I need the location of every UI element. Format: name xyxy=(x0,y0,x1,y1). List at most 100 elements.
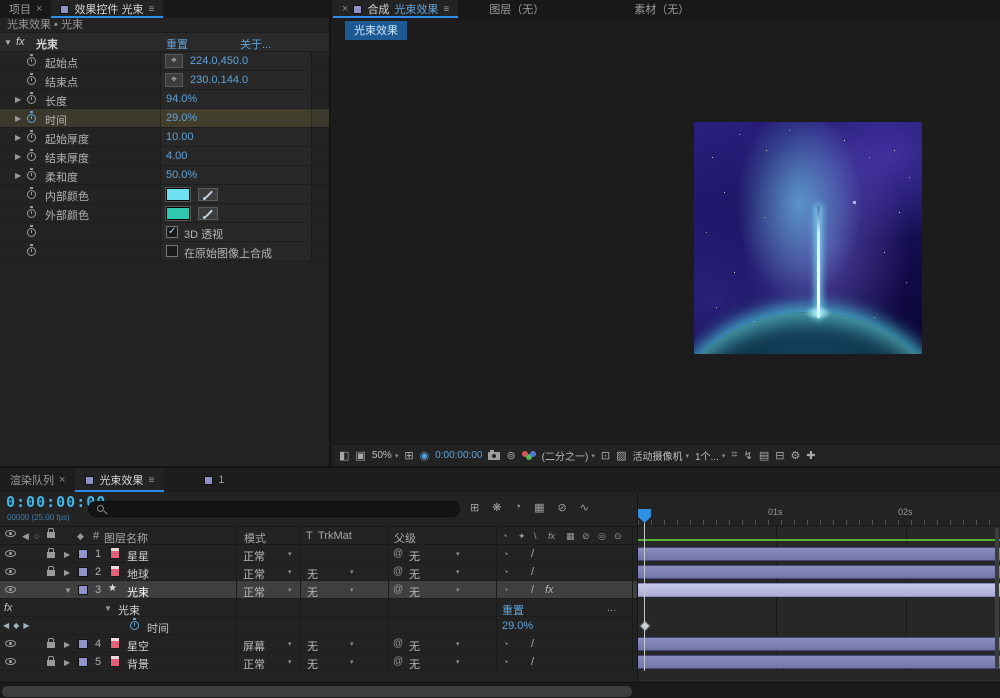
frame-blend-switch-icon[interactable]: ▦ xyxy=(566,531,575,542)
shy-switch-icon[interactable]: ◔ xyxy=(502,531,507,541)
horizontal-scrollbar-track[interactable] xyxy=(0,682,1000,698)
about-link[interactable]: 关于... xyxy=(240,36,271,52)
always-preview-icon[interactable]: ◧ xyxy=(339,449,349,462)
resolution-select[interactable]: (二分之一) ▾ xyxy=(542,448,595,463)
label-color-chip[interactable] xyxy=(78,549,88,559)
composition-viewer[interactable]: 光束效果 xyxy=(333,18,1000,444)
stopwatch-icon[interactable] xyxy=(27,228,36,237)
property-row-inner-color[interactable]: 内部颜色 xyxy=(0,185,329,204)
expander-icon[interactable]: ▶ xyxy=(15,152,21,161)
eye-icon[interactable] xyxy=(5,550,16,557)
stopwatch-icon[interactable] xyxy=(27,190,36,199)
quality-icon[interactable]: / xyxy=(531,548,534,560)
collapse-switch-icon[interactable]: ✦ xyxy=(518,531,526,542)
stopwatch-icon[interactable] xyxy=(27,209,36,218)
hide-shy-icon[interactable]: ◔ xyxy=(514,501,521,514)
vertical-scrollbar[interactable] xyxy=(995,528,999,668)
layer-name[interactable]: 背景 xyxy=(127,656,149,672)
tab-layer[interactable]: 图层（无） xyxy=(480,0,553,18)
property-row-time[interactable]: ▶ 时间 29.0% xyxy=(0,109,329,128)
pixel-aspect-icon[interactable]: ⌗ xyxy=(731,449,737,462)
parent-select[interactable]: 无 xyxy=(409,584,420,600)
mode-select[interactable]: 正常 xyxy=(243,566,265,582)
tab-timeline-comp[interactable]: 光束效果 ≡ xyxy=(75,468,164,492)
effect-row-beam[interactable]: fx ▼ 光束 重置 ... xyxy=(0,599,637,617)
reset-link[interactable]: 重置 xyxy=(502,602,524,618)
expander-icon[interactable]: ▶ xyxy=(15,114,21,123)
shy-icon[interactable]: ◔ xyxy=(503,639,508,649)
close-icon[interactable]: × xyxy=(36,3,42,15)
mode-select[interactable]: 正常 xyxy=(243,656,265,672)
camera-select[interactable]: 活动摄像机 ▾ xyxy=(632,448,689,463)
add-keyframe-icon[interactable]: ◆ xyxy=(13,621,19,630)
label-color-chip[interactable] xyxy=(78,567,88,577)
stopwatch-icon[interactable] xyxy=(27,171,36,180)
snapshot-icon[interactable] xyxy=(488,452,500,460)
panel-menu-icon[interactable]: ≡ xyxy=(443,4,449,15)
trkmat-select[interactable]: 无 xyxy=(307,638,318,654)
layer-name-column-label[interactable]: 图层名称 xyxy=(104,530,148,546)
eye-icon[interactable] xyxy=(5,586,16,593)
eye-column-icon[interactable] xyxy=(5,530,16,537)
eyedropper-icon[interactable] xyxy=(198,188,218,201)
mode-select[interactable]: 正常 xyxy=(243,548,265,564)
fx-badge[interactable]: fx xyxy=(545,584,554,596)
tab-render-queue[interactable]: 渲染队列 × xyxy=(0,468,75,492)
parent-select[interactable]: 无 xyxy=(409,638,420,654)
quality-icon[interactable]: / xyxy=(531,584,534,596)
shy-icon[interactable]: ◔ xyxy=(503,549,508,559)
pickwhip-icon[interactable]: @ xyxy=(393,566,403,577)
solo-column-icon[interactable]: ○ xyxy=(34,531,39,541)
quality-switch-icon[interactable]: \ xyxy=(534,531,537,541)
property-row-length[interactable]: ▶ 长度 94.0% xyxy=(0,90,329,109)
flowchart-icon[interactable]: ⊟ xyxy=(775,449,784,462)
property-row-end-thickness[interactable]: ▶ 结束厚度 4.00 xyxy=(0,147,329,166)
viewer-timecode[interactable]: 0:00:00:00 xyxy=(435,450,482,461)
exposure-gear-icon[interactable]: ⚙ xyxy=(790,449,800,462)
quality-icon[interactable]: / xyxy=(531,566,534,578)
fast-previews-icon[interactable]: ↯ xyxy=(744,449,753,462)
more-options[interactable]: ... xyxy=(607,602,616,614)
timeline-button-icon[interactable]: ▤ xyxy=(759,449,769,462)
shy-icon[interactable]: ◔ xyxy=(503,585,508,595)
layer-row-earth[interactable]: ▶ 2 地球 正常 ▾ 无 ▾ @ 无 ▾ ◔ / xyxy=(0,563,637,581)
pickwhip-icon[interactable]: @ xyxy=(393,548,403,559)
expander-icon[interactable]: ▶ xyxy=(15,133,21,142)
lock-icon[interactable] xyxy=(47,570,55,576)
horizontal-scrollbar-thumb[interactable] xyxy=(2,686,632,697)
layer-name[interactable]: 光束 xyxy=(127,584,149,600)
eye-icon[interactable] xyxy=(5,568,16,575)
layer-name[interactable]: 星星 xyxy=(127,548,149,564)
lock-column-icon[interactable] xyxy=(47,532,55,538)
property-row-softness[interactable]: ▶ 柔和度 50.0% xyxy=(0,166,329,185)
draft-3d-icon[interactable]: ❋ xyxy=(492,501,501,514)
stopwatch-icon[interactable] xyxy=(27,76,36,85)
layer-duration-bar[interactable] xyxy=(638,565,1000,579)
trkmat-select[interactable]: 无 xyxy=(307,566,318,582)
composition-canvas[interactable] xyxy=(694,122,922,354)
layer-row-beam-selected[interactable]: ▼ 3 ★ 光束 正常 ▾ 无 ▾ @ 无 ▾ ◔ / fx xyxy=(0,581,637,599)
point-picker-icon[interactable]: ⌖ xyxy=(165,73,183,87)
fx-icon[interactable]: fx xyxy=(16,36,25,48)
eye-icon[interactable] xyxy=(5,658,16,665)
shy-icon[interactable]: ◔ xyxy=(503,657,508,667)
lock-icon[interactable] xyxy=(47,552,55,558)
motion-blur-switch-icon[interactable]: ⊘ xyxy=(582,531,590,542)
property-value[interactable]: 94.0% xyxy=(166,93,197,105)
zoom-select[interactable]: 50% ▾ xyxy=(372,450,399,461)
playhead-line[interactable] xyxy=(644,523,645,671)
quality-icon[interactable]: / xyxy=(531,638,534,650)
region-of-interest-icon[interactable]: ⊡ xyxy=(601,449,610,462)
stopwatch-icon[interactable] xyxy=(27,152,36,161)
number-column-label[interactable]: # xyxy=(93,530,99,542)
parent-select[interactable]: 无 xyxy=(409,548,420,564)
property-row-time[interactable]: ◀ ◆ ▶ 时间 29.0% xyxy=(0,617,637,635)
property-row-end-point[interactable]: 结束点 ⌖ 230.0,144.0 xyxy=(0,71,329,90)
expander-icon[interactable]: ▶ xyxy=(64,658,70,667)
checkbox-unchecked[interactable] xyxy=(166,245,178,257)
property-value[interactable]: 4.00 xyxy=(166,150,187,162)
panel-menu-icon[interactable]: ≡ xyxy=(149,4,155,15)
eyedropper-icon[interactable] xyxy=(198,207,218,220)
color-swatch[interactable] xyxy=(166,207,190,220)
reset-link[interactable]: 重置 xyxy=(166,36,188,52)
